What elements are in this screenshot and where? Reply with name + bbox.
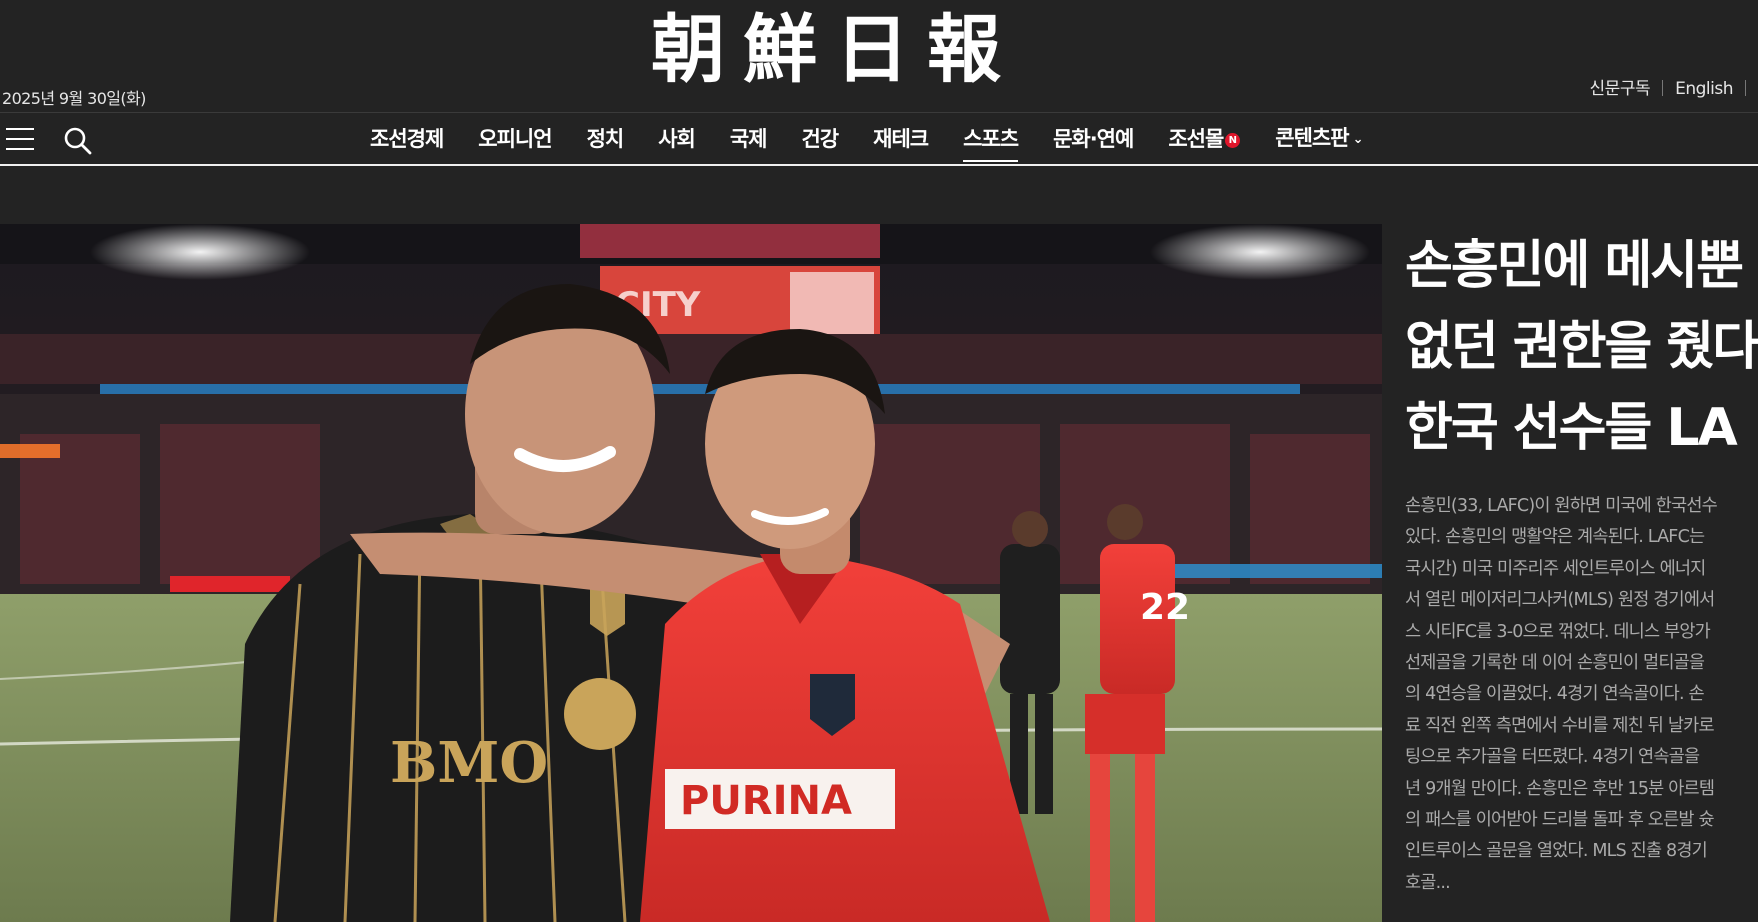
divider xyxy=(1662,80,1664,96)
chevron-down-icon: ⌄ xyxy=(1352,132,1364,147)
lead-summary[interactable]: 손흥민(33, LAFC)이 원하면 미국에 한국선수 있다. 손흥민의 맹활약… xyxy=(1405,491,1758,899)
main-nav: 조선경제 오피니언 정치 사회 국제 건강 재테크 스포츠 문화·연예 조선몰 N… xyxy=(0,112,1758,166)
utility-links: 신문구독 English xyxy=(1590,74,1758,99)
nav-item-society[interactable]: 사회 xyxy=(658,113,696,165)
english-link[interactable]: English xyxy=(1675,79,1733,99)
nav-item-culture[interactable]: 문화·연예 xyxy=(1053,113,1134,165)
nav-item-international[interactable]: 국제 xyxy=(730,113,768,165)
lead-story: 손흥민에 메시뿐 없던 권한을 줬다 한국 선수들 LA 손흥민(33, LAF… xyxy=(1405,226,1758,899)
hero-photo[interactable]: CITY 22 BMO PURINA xyxy=(0,224,1382,922)
page: 2025년 9월 30일(화) 朝鮮日報 신문구독 English 조선경제 오피… xyxy=(0,0,1758,922)
nav-item-mall-label: 조선몰 xyxy=(1168,127,1224,151)
player-number: 22 xyxy=(1140,587,1190,628)
subscribe-link[interactable]: 신문구독 xyxy=(1590,79,1651,99)
divider xyxy=(1745,80,1746,96)
search-icon[interactable] xyxy=(63,126,93,156)
nav-item-mall[interactable]: 조선몰 N xyxy=(1168,113,1241,165)
stadium-photo-illustration: CITY 22 BMO PURINA xyxy=(0,224,1382,922)
nav-item-contents[interactable]: 콘텐츠판 ⌄ xyxy=(1275,112,1364,166)
lead-headline[interactable]: 손흥민에 메시뿐 없던 권한을 줬다 한국 선수들 LA xyxy=(1405,226,1758,469)
new-badge: N xyxy=(1225,133,1241,148)
hamburger-icon[interactable] xyxy=(6,128,34,152)
nav-item-health[interactable]: 건강 xyxy=(801,113,839,165)
nav-item-opinion[interactable]: 오피니언 xyxy=(478,113,552,165)
nav-items: 조선경제 오피니언 정치 사회 국제 건강 재테크 스포츠 문화·연예 조선몰 N… xyxy=(370,113,1397,165)
left-jersey-sponsor: BMO xyxy=(390,730,548,796)
chosun-logo[interactable]: 朝鮮日報 xyxy=(0,9,1670,91)
masthead: 2025년 9월 30일(화) 朝鮮日報 신문구독 English xyxy=(0,0,1758,112)
nav-item-finance[interactable]: 재테크 xyxy=(873,113,929,165)
nav-item-politics[interactable]: 정치 xyxy=(587,113,625,165)
nav-item-sports[interactable]: 스포츠 xyxy=(963,113,1019,165)
right-jersey-sponsor: PURINA xyxy=(680,778,852,824)
nav-item-economy[interactable]: 조선경제 xyxy=(370,113,444,165)
nav-item-contents-label: 콘텐츠판 xyxy=(1275,126,1349,150)
